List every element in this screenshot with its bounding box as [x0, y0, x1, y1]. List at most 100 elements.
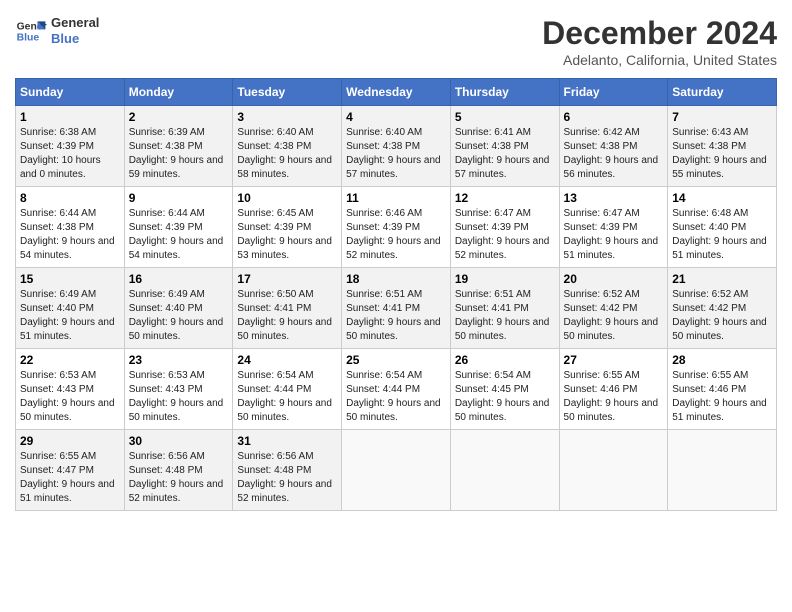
week-row-1: 1 Sunrise: 6:38 AM Sunset: 4:39 PM Dayli…	[16, 106, 777, 187]
weekday-header-sunday: Sunday	[16, 79, 125, 106]
day-sunset: Sunset: 4:47 PM	[20, 465, 94, 476]
day-sunset: Sunset: 4:41 PM	[346, 303, 420, 314]
day-number: 9	[129, 191, 229, 205]
day-daylight: Daylight: 9 hours and 52 minutes.	[455, 236, 550, 261]
day-sunset: Sunset: 4:39 PM	[455, 222, 529, 233]
day-sunrise: Sunrise: 6:38 AM	[20, 127, 96, 138]
calendar-cell: 7 Sunrise: 6:43 AM Sunset: 4:38 PM Dayli…	[668, 106, 777, 187]
day-sunrise: Sunrise: 6:54 AM	[455, 370, 531, 381]
day-daylight: Daylight: 9 hours and 52 minutes.	[237, 479, 332, 504]
weekday-header-friday: Friday	[559, 79, 668, 106]
calendar-cell: 12 Sunrise: 6:47 AM Sunset: 4:39 PM Dayl…	[450, 187, 559, 268]
day-daylight: Daylight: 9 hours and 56 minutes.	[564, 155, 659, 180]
day-number: 1	[20, 110, 120, 124]
day-daylight: Daylight: 9 hours and 52 minutes.	[346, 236, 441, 261]
day-sunset: Sunset: 4:38 PM	[455, 141, 529, 152]
day-sunrise: Sunrise: 6:50 AM	[237, 289, 313, 300]
day-sunset: Sunset: 4:44 PM	[346, 384, 420, 395]
calendar-cell: 24 Sunrise: 6:54 AM Sunset: 4:44 PM Dayl…	[233, 349, 342, 430]
day-sunset: Sunset: 4:38 PM	[564, 141, 638, 152]
day-sunset: Sunset: 4:40 PM	[129, 303, 203, 314]
day-number: 6	[564, 110, 664, 124]
day-number: 4	[346, 110, 446, 124]
day-daylight: Daylight: 9 hours and 57 minutes.	[346, 155, 441, 180]
day-daylight: Daylight: 9 hours and 50 minutes.	[455, 398, 550, 423]
day-number: 22	[20, 353, 120, 367]
day-daylight: Daylight: 9 hours and 51 minutes.	[672, 398, 767, 423]
day-daylight: Daylight: 9 hours and 51 minutes.	[20, 479, 115, 504]
calendar-cell: 20 Sunrise: 6:52 AM Sunset: 4:42 PM Dayl…	[559, 268, 668, 349]
weekday-header-wednesday: Wednesday	[342, 79, 451, 106]
calendar-cell: 2 Sunrise: 6:39 AM Sunset: 4:38 PM Dayli…	[124, 106, 233, 187]
weekday-header-monday: Monday	[124, 79, 233, 106]
day-sunset: Sunset: 4:39 PM	[564, 222, 638, 233]
day-sunrise: Sunrise: 6:39 AM	[129, 127, 205, 138]
day-daylight: Daylight: 9 hours and 51 minutes.	[672, 236, 767, 261]
day-sunset: Sunset: 4:48 PM	[237, 465, 311, 476]
day-sunrise: Sunrise: 6:49 AM	[20, 289, 96, 300]
calendar-cell	[668, 430, 777, 511]
weekday-header-thursday: Thursday	[450, 79, 559, 106]
month-title: December 2024	[542, 15, 777, 52]
week-row-2: 8 Sunrise: 6:44 AM Sunset: 4:38 PM Dayli…	[16, 187, 777, 268]
day-sunrise: Sunrise: 6:44 AM	[129, 208, 205, 219]
day-sunrise: Sunrise: 6:48 AM	[672, 208, 748, 219]
day-sunrise: Sunrise: 6:55 AM	[564, 370, 640, 381]
day-number: 11	[346, 191, 446, 205]
day-number: 5	[455, 110, 555, 124]
day-sunrise: Sunrise: 6:44 AM	[20, 208, 96, 219]
day-daylight: Daylight: 9 hours and 55 minutes.	[672, 155, 767, 180]
day-sunrise: Sunrise: 6:52 AM	[564, 289, 640, 300]
day-daylight: Daylight: 9 hours and 51 minutes.	[564, 236, 659, 261]
day-sunrise: Sunrise: 6:41 AM	[455, 127, 531, 138]
page-header: General Blue General Blue December 2024 …	[15, 15, 777, 68]
day-number: 13	[564, 191, 664, 205]
calendar-cell: 11 Sunrise: 6:46 AM Sunset: 4:39 PM Dayl…	[342, 187, 451, 268]
day-daylight: Daylight: 9 hours and 50 minutes.	[129, 398, 224, 423]
day-sunrise: Sunrise: 6:46 AM	[346, 208, 422, 219]
calendar-cell: 18 Sunrise: 6:51 AM Sunset: 4:41 PM Dayl…	[342, 268, 451, 349]
calendar-cell: 29 Sunrise: 6:55 AM Sunset: 4:47 PM Dayl…	[16, 430, 125, 511]
weekday-header-tuesday: Tuesday	[233, 79, 342, 106]
day-number: 2	[129, 110, 229, 124]
day-number: 26	[455, 353, 555, 367]
day-sunrise: Sunrise: 6:54 AM	[346, 370, 422, 381]
day-daylight: Daylight: 9 hours and 50 minutes.	[672, 317, 767, 342]
day-sunrise: Sunrise: 6:40 AM	[346, 127, 422, 138]
location-title: Adelanto, California, United States	[542, 52, 777, 68]
calendar-cell: 6 Sunrise: 6:42 AM Sunset: 4:38 PM Dayli…	[559, 106, 668, 187]
day-daylight: Daylight: 9 hours and 53 minutes.	[237, 236, 332, 261]
day-daylight: Daylight: 9 hours and 52 minutes.	[129, 479, 224, 504]
calendar-cell	[342, 430, 451, 511]
day-number: 27	[564, 353, 664, 367]
day-daylight: Daylight: 9 hours and 51 minutes.	[20, 317, 115, 342]
calendar-cell: 9 Sunrise: 6:44 AM Sunset: 4:39 PM Dayli…	[124, 187, 233, 268]
calendar-cell: 30 Sunrise: 6:56 AM Sunset: 4:48 PM Dayl…	[124, 430, 233, 511]
day-number: 30	[129, 434, 229, 448]
logo: General Blue General Blue	[15, 15, 99, 47]
day-number: 28	[672, 353, 772, 367]
week-row-5: 29 Sunrise: 6:55 AM Sunset: 4:47 PM Dayl…	[16, 430, 777, 511]
weekday-header-saturday: Saturday	[668, 79, 777, 106]
calendar-cell: 14 Sunrise: 6:48 AM Sunset: 4:40 PM Dayl…	[668, 187, 777, 268]
calendar-cell: 8 Sunrise: 6:44 AM Sunset: 4:38 PM Dayli…	[16, 187, 125, 268]
calendar-cell: 25 Sunrise: 6:54 AM Sunset: 4:44 PM Dayl…	[342, 349, 451, 430]
day-sunset: Sunset: 4:46 PM	[564, 384, 638, 395]
day-sunset: Sunset: 4:39 PM	[129, 222, 203, 233]
day-daylight: Daylight: 9 hours and 50 minutes.	[455, 317, 550, 342]
calendar-cell: 21 Sunrise: 6:52 AM Sunset: 4:42 PM Dayl…	[668, 268, 777, 349]
svg-text:Blue: Blue	[17, 33, 40, 44]
calendar-cell: 10 Sunrise: 6:45 AM Sunset: 4:39 PM Dayl…	[233, 187, 342, 268]
day-sunset: Sunset: 4:48 PM	[129, 465, 203, 476]
day-sunset: Sunset: 4:45 PM	[455, 384, 529, 395]
day-daylight: Daylight: 9 hours and 50 minutes.	[346, 317, 441, 342]
day-number: 23	[129, 353, 229, 367]
day-daylight: Daylight: 9 hours and 58 minutes.	[237, 155, 332, 180]
calendar-cell: 13 Sunrise: 6:47 AM Sunset: 4:39 PM Dayl…	[559, 187, 668, 268]
day-number: 15	[20, 272, 120, 286]
calendar-cell: 3 Sunrise: 6:40 AM Sunset: 4:38 PM Dayli…	[233, 106, 342, 187]
day-sunset: Sunset: 4:39 PM	[346, 222, 420, 233]
day-sunrise: Sunrise: 6:55 AM	[20, 451, 96, 462]
day-sunset: Sunset: 4:39 PM	[20, 141, 94, 152]
week-row-4: 22 Sunrise: 6:53 AM Sunset: 4:43 PM Dayl…	[16, 349, 777, 430]
